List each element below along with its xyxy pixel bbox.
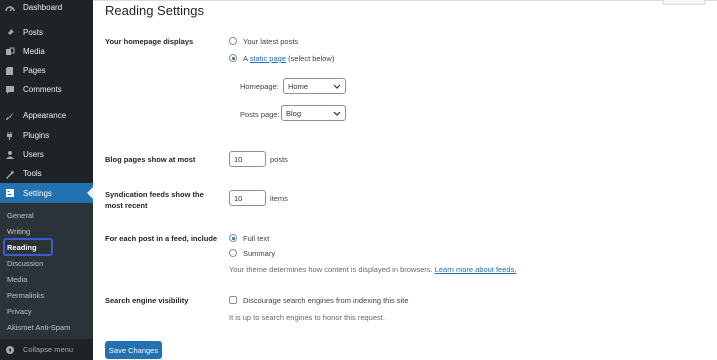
menu-item-tools[interactable]: Tools bbox=[0, 164, 93, 183]
latest-posts-radio[interactable] bbox=[229, 37, 237, 45]
feed-note-text: Your theme determines how content is dis… bbox=[229, 265, 433, 274]
static-page-link[interactable]: static page bbox=[250, 54, 286, 63]
menu-label: Comments bbox=[23, 85, 62, 94]
syndication-label-line1: Syndication feeds show the bbox=[105, 190, 204, 199]
posts-page-select-label: Posts page: bbox=[240, 110, 280, 119]
syndication-label: Syndication feeds show the most recent bbox=[105, 189, 204, 211]
homepage-select[interactable]: Home bbox=[283, 78, 346, 94]
submenu-discussion[interactable]: Discussion bbox=[7, 259, 43, 268]
menu-item-media[interactable]: Media bbox=[0, 42, 93, 61]
homepage-select-value: Home bbox=[288, 81, 309, 91]
pushpin-icon bbox=[0, 28, 20, 38]
posts-page-select[interactable]: Blog bbox=[281, 105, 346, 121]
submenu-media[interactable]: Media bbox=[7, 275, 27, 284]
page-title: Reading Settings bbox=[105, 3, 205, 18]
collapse-menu-button[interactable]: Collapse menu bbox=[0, 341, 93, 358]
latest-posts-label: Your latest posts bbox=[243, 37, 299, 46]
wrench-icon bbox=[0, 169, 20, 179]
syndication-unit: items bbox=[270, 194, 288, 203]
menu-label: Plugins bbox=[23, 131, 50, 140]
brush-icon bbox=[0, 111, 20, 121]
menu-label: Appearance bbox=[23, 111, 67, 120]
search-visibility-label: Search engine visibility bbox=[105, 296, 189, 305]
blog-pages-label: Blog pages show at most bbox=[105, 155, 196, 164]
menu-label: Dashboard bbox=[23, 3, 63, 12]
admin-sidebar: Dashboard Posts Media Pages Comments App… bbox=[0, 0, 93, 360]
menu-label: Pages bbox=[23, 66, 46, 75]
menu-item-plugins[interactable]: Plugins bbox=[0, 126, 93, 145]
discourage-search-label: Discourage search engines from indexing … bbox=[243, 296, 409, 305]
full-text-label: Full text bbox=[243, 234, 270, 243]
settings-icon bbox=[0, 188, 20, 198]
menu-item-comments[interactable]: Comments bbox=[0, 80, 93, 99]
menu-item-appearance[interactable]: Appearance bbox=[0, 106, 93, 125]
homepage-displays-label: Your homepage displays bbox=[105, 37, 194, 46]
submenu-writing[interactable]: Writing bbox=[7, 227, 30, 236]
syndication-input[interactable]: 10 bbox=[229, 190, 266, 206]
dashboard-icon bbox=[0, 3, 20, 13]
menu-label: Posts bbox=[23, 28, 44, 37]
save-changes-button[interactable]: Save Changes bbox=[105, 341, 162, 359]
plug-icon bbox=[0, 131, 20, 141]
static-page-radio[interactable] bbox=[229, 54, 237, 62]
chevron-down-icon bbox=[333, 84, 341, 89]
search-engine-note: It is up to search engines to honor this… bbox=[229, 313, 385, 322]
homepage-select-label: Homepage: bbox=[240, 82, 279, 91]
submenu-privacy[interactable]: Privacy bbox=[7, 307, 32, 316]
page-icon bbox=[0, 66, 20, 76]
main-content: Reading Settings Your homepage displays … bbox=[93, 0, 717, 360]
menu-label: Settings bbox=[23, 188, 52, 198]
submenu-permalinks[interactable]: Permalinks bbox=[7, 291, 44, 300]
menu-label: Media bbox=[23, 47, 45, 56]
menu-label: Tools bbox=[23, 169, 42, 178]
blog-pages-value: 10 bbox=[234, 154, 243, 164]
blog-pages-unit: posts bbox=[270, 155, 288, 164]
collapse-icon bbox=[0, 345, 20, 355]
menu-item-dashboard[interactable]: Dashboard bbox=[0, 0, 93, 17]
submenu-general[interactable]: General bbox=[7, 211, 34, 220]
chevron-down-icon bbox=[333, 111, 341, 116]
menu-label: Users bbox=[23, 150, 44, 159]
summary-label: Summary bbox=[243, 249, 276, 258]
static-page-option: A static page (select below) bbox=[243, 54, 334, 63]
screen-options-tab[interactable] bbox=[663, 0, 705, 5]
settings-submenu: General Writing Reading Discussion Media… bbox=[0, 203, 93, 339]
menu-item-users[interactable]: Users bbox=[0, 145, 93, 164]
full-text-radio[interactable] bbox=[229, 234, 237, 242]
syndication-label-line2: most recent bbox=[105, 201, 148, 210]
blog-pages-input[interactable]: 10 bbox=[229, 151, 266, 167]
discourage-search-checkbox[interactable] bbox=[229, 296, 237, 304]
collapse-label: Collapse menu bbox=[23, 345, 74, 354]
syndication-value: 10 bbox=[234, 193, 243, 203]
learn-more-feeds-link[interactable]: Learn more about feeds. bbox=[435, 265, 517, 274]
static-suffix: (select below) bbox=[288, 54, 335, 63]
summary-radio[interactable] bbox=[229, 249, 237, 257]
user-icon bbox=[0, 150, 20, 160]
static-prefix: A bbox=[243, 54, 248, 63]
media-icon bbox=[0, 47, 20, 57]
menu-item-posts[interactable]: Posts bbox=[0, 23, 93, 42]
feed-include-label: For each post in a feed, include bbox=[105, 234, 218, 243]
feed-note: Your theme determines how content is dis… bbox=[229, 265, 516, 274]
reading-highlight-box bbox=[3, 238, 53, 256]
submenu-akismet[interactable]: Akismet Anti-Spam bbox=[7, 323, 70, 332]
menu-item-pages[interactable]: Pages bbox=[0, 61, 93, 80]
posts-page-select-value: Blog bbox=[286, 108, 302, 118]
menu-item-settings[interactable]: Settings bbox=[0, 183, 93, 203]
top-divider bbox=[93, 0, 717, 1]
comment-icon bbox=[0, 85, 20, 95]
